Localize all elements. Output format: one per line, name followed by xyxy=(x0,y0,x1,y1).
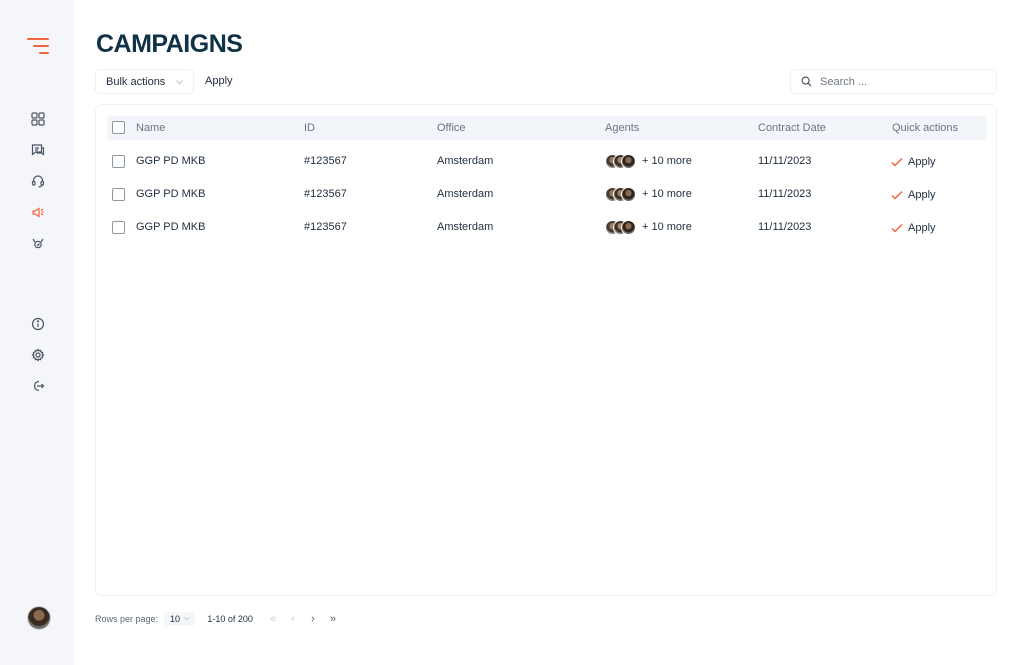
cell-id: #123567 xyxy=(304,188,347,200)
chevron-down-icon: ⌵ xyxy=(184,615,190,622)
quick-apply-button[interactable]: Apply xyxy=(891,178,936,211)
checkmark-icon xyxy=(891,190,903,200)
cell-contract-date: 11/11/2023 xyxy=(758,221,812,233)
search-icon xyxy=(801,76,812,87)
cell-id: #123567 xyxy=(304,221,347,233)
sidebar xyxy=(0,0,74,665)
search-box[interactable] xyxy=(790,69,997,94)
agents-more-link[interactable]: + 10 more xyxy=(642,155,692,167)
badge-icon[interactable] xyxy=(30,235,46,251)
cell-office: Amsterdam xyxy=(437,221,494,233)
headset-icon[interactable] xyxy=(30,173,46,189)
main-content: CAMPAIGNS Bulk actions ⌵ Apply Name ID O… xyxy=(95,0,997,665)
pagination: Rows per page: 10 ⌵ 1-10 of 200 « ‹ › » xyxy=(95,611,345,627)
prev-page-button[interactable]: ‹ xyxy=(285,613,301,625)
column-header-contract-date[interactable]: Contract Date xyxy=(758,116,826,140)
quick-apply-label: Apply xyxy=(908,188,936,201)
chat-icon[interactable] xyxy=(30,142,46,158)
last-page-button[interactable]: » xyxy=(325,613,341,625)
column-header-quick-actions: Quick actions xyxy=(892,122,959,134)
chevron-down-icon: ⌵ xyxy=(176,76,183,86)
cell-name: GGP PD MKB xyxy=(136,221,206,233)
bulk-actions-label: Bulk actions xyxy=(106,75,166,88)
row-checkbox[interactable] xyxy=(112,155,125,168)
cell-name: GGP PD MKB xyxy=(136,188,206,200)
checkmark-icon xyxy=(891,223,903,233)
settings-icon[interactable] xyxy=(30,347,46,363)
agent-avatar xyxy=(621,153,636,169)
apply-button[interactable]: Apply xyxy=(205,69,233,94)
cell-name: GGP PD MKB xyxy=(136,155,206,167)
agent-avatar xyxy=(621,219,636,235)
checkmark-icon xyxy=(891,157,903,167)
quick-apply-button[interactable]: Apply xyxy=(891,211,936,244)
user-avatar[interactable] xyxy=(27,606,51,630)
table-row[interactable]: GGP PD MKB #123567 Amsterdam + 10 more 1… xyxy=(107,211,987,244)
select-all-checkbox[interactable] xyxy=(112,121,125,134)
column-header-agents[interactable]: Agents xyxy=(605,116,639,140)
agents-avatar-group[interactable]: + 10 more xyxy=(605,153,692,169)
campaigns-table: Name ID Office Agents Contract Date Quic… xyxy=(95,104,997,596)
campaign-megaphone-icon[interactable] xyxy=(30,204,46,220)
table-row[interactable]: GGP PD MKB #123567 Amsterdam + 10 more 1… xyxy=(107,178,987,211)
quick-apply-label: Apply xyxy=(908,155,936,168)
cell-office: Amsterdam xyxy=(437,155,494,167)
cell-contract-date: 11/11/2023 xyxy=(758,188,812,200)
agents-more-link[interactable]: + 10 more xyxy=(642,188,692,200)
row-checkbox[interactable] xyxy=(112,221,125,234)
next-page-button[interactable]: › xyxy=(305,613,321,625)
dashboard-icon[interactable] xyxy=(30,111,46,127)
rows-per-page-label: Rows per page: xyxy=(95,614,159,624)
agents-avatar-group[interactable]: + 10 more xyxy=(605,186,692,202)
column-header-id[interactable]: ID xyxy=(304,116,315,140)
cell-office: Amsterdam xyxy=(437,188,494,200)
page-title: CAMPAIGNS xyxy=(96,30,243,58)
rows-per-page-value: 10 xyxy=(170,614,181,624)
menu-logo-icon[interactable] xyxy=(27,38,49,54)
bulk-actions-select[interactable]: Bulk actions ⌵ xyxy=(95,69,194,94)
logout-icon[interactable] xyxy=(30,378,46,394)
table-row[interactable]: GGP PD MKB #123567 Amsterdam + 10 more 1… xyxy=(107,145,987,178)
cell-contract-date: 11/11/2023 xyxy=(758,155,812,167)
cell-id: #123567 xyxy=(304,155,347,167)
first-page-button[interactable]: « xyxy=(265,613,281,625)
column-header-office[interactable]: Office xyxy=(437,116,466,140)
table-header: Name ID Office Agents Contract Date Quic… xyxy=(107,116,987,140)
agents-avatar-group[interactable]: + 10 more xyxy=(605,219,692,235)
column-header-name[interactable]: Name xyxy=(136,116,165,140)
row-checkbox[interactable] xyxy=(112,188,125,201)
search-input[interactable] xyxy=(820,75,990,88)
agents-more-link[interactable]: + 10 more xyxy=(642,221,692,233)
agent-avatar xyxy=(621,186,636,202)
quick-apply-label: Apply xyxy=(908,221,936,234)
rows-per-page-select[interactable]: 10 ⌵ xyxy=(164,612,196,626)
info-icon[interactable] xyxy=(30,316,46,332)
page-range-label: 1-10 of 200 xyxy=(207,614,253,624)
quick-apply-button[interactable]: Apply xyxy=(891,145,936,178)
